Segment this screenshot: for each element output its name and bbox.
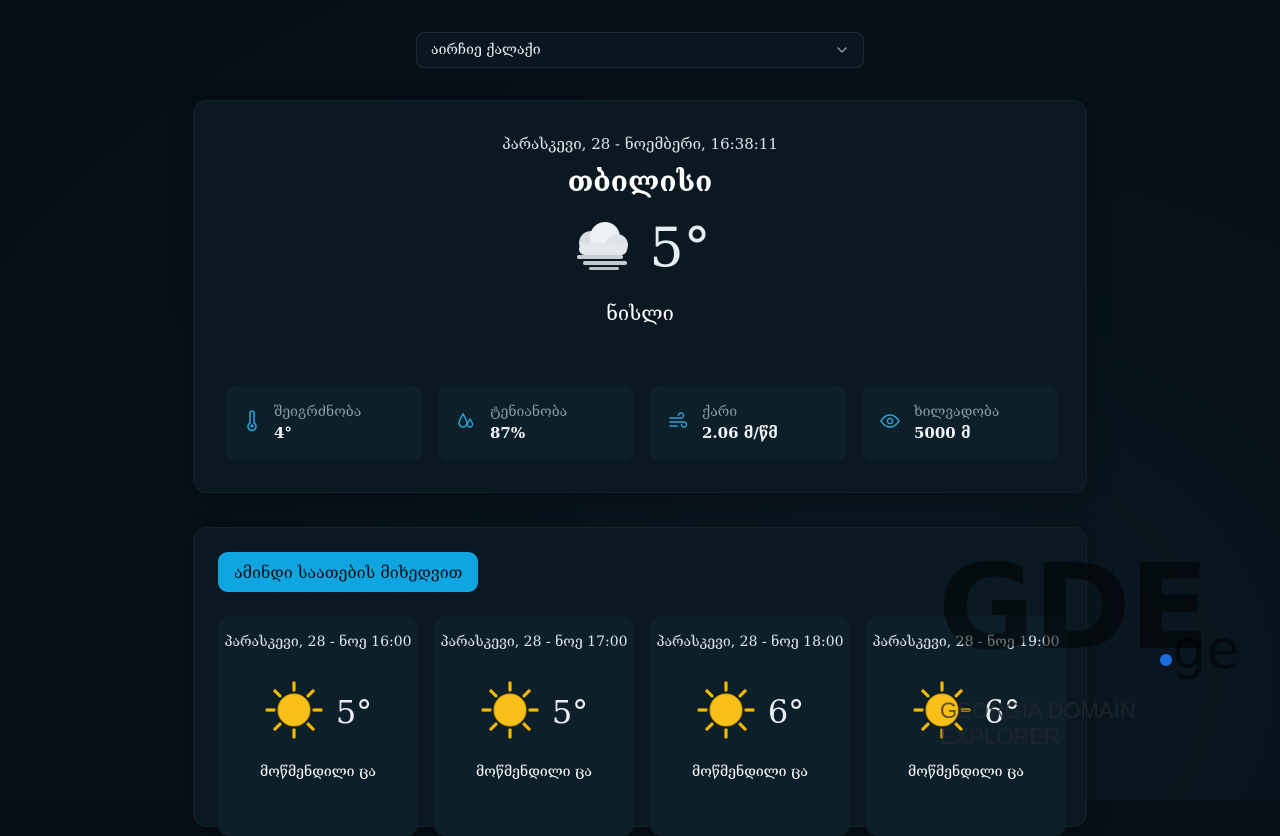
- hourly-temperature: 5°: [551, 693, 589, 731]
- current-weather-card: პარასკევი, 28 - ნოემბერი, 16:38:11 თბილი…: [193, 100, 1087, 493]
- hourly-time: პარასკევი, 28 - ნოე 17:00: [440, 634, 628, 650]
- hourly-description: მოწმენდილი ცა: [692, 764, 808, 780]
- stat-value: 5000 მ: [914, 424, 971, 442]
- stat-label: ხილვადობა: [914, 404, 1000, 420]
- hourly-time: პარასკევი, 28 - ნოე 19:00: [872, 634, 1060, 650]
- stat-value: 2.06 მ/წმ: [702, 424, 778, 442]
- wind-icon: [668, 412, 688, 434]
- hourly-description: მოწმენდილი ცა: [476, 764, 592, 780]
- stats-row: შეიგრძნობა 4° ტენიანობა 87% ქარი 2.06 მ/…: [226, 385, 1058, 461]
- hourly-time: პარასკევი, 28 - ნოე 16:00: [224, 634, 412, 650]
- hourly-description: მოწმენდილი ცა: [908, 764, 1024, 780]
- current-datetime: პარასკევი, 28 - ნოემბერი, 16:38:11: [502, 135, 778, 153]
- current-condition: ნისლი: [606, 301, 674, 325]
- hourly-time: პარასკევი, 28 - ნოე 18:00: [656, 634, 844, 650]
- stat-value: 87%: [490, 424, 526, 442]
- watermark-dot: [1160, 654, 1172, 666]
- fog-cloud-icon: [569, 219, 633, 277]
- city-select[interactable]: აირჩიე ქალაქი: [416, 32, 864, 68]
- watermark-suffix: ge: [1172, 618, 1240, 681]
- city-name: თბილისი: [567, 165, 713, 198]
- stat-feels-like: შეიგრძნობა 4°: [226, 385, 422, 461]
- chevron-down-icon: [835, 42, 849, 62]
- humidity-drops-icon: [456, 411, 476, 435]
- hourly-temperature: 6°: [767, 693, 805, 731]
- thermometer-icon: [244, 410, 260, 436]
- hourly-item: პარასკევი, 28 - ნოე 19:00 6° მოწმენდილი …: [866, 616, 1066, 836]
- stat-label: შეიგრძნობა: [274, 404, 362, 420]
- sun-icon: [696, 680, 756, 744]
- eye-icon: [880, 413, 900, 433]
- hourly-forecast-card: ამინდი საათების მიხედვით პარასკევი, 28 -…: [193, 527, 1087, 836]
- stat-value: 4°: [274, 424, 292, 442]
- stat-visibility: ხილვადობა 5000 მ: [862, 385, 1058, 461]
- hourly-temperature: 5°: [335, 693, 373, 731]
- sun-icon: [264, 680, 324, 744]
- stat-humidity: ტენიანობა 87%: [438, 385, 634, 461]
- hourly-item: პარასკევი, 28 - ნოე 18:00 6° მოწმენდილი …: [650, 616, 850, 836]
- city-select-value: აირჩიე ქალაქი: [431, 42, 541, 58]
- hourly-list: პარასკევი, 28 - ნოე 16:00 5° მოწმენდილი …: [218, 616, 1066, 836]
- hourly-tab-button[interactable]: ამინდი საათების მიხედვით: [218, 552, 479, 592]
- sun-icon: [912, 680, 972, 744]
- current-temperature: 5°: [649, 216, 711, 279]
- hourly-temperature: 6°: [983, 693, 1021, 731]
- hourly-item: პარასკევი, 28 - ნოე 16:00 5° მოწმენდილი …: [218, 616, 418, 836]
- stat-wind: ქარი 2.06 მ/წმ: [650, 385, 846, 461]
- sun-icon: [480, 680, 540, 744]
- stat-label: ქარი: [702, 404, 738, 420]
- stat-label: ტენიანობა: [490, 404, 568, 420]
- current-temp-row: 5°: [194, 219, 1086, 277]
- hourly-description: მოწმენდილი ცა: [260, 764, 376, 780]
- hourly-item: პარასკევი, 28 - ნოე 17:00 5° მოწმენდილი …: [434, 616, 634, 836]
